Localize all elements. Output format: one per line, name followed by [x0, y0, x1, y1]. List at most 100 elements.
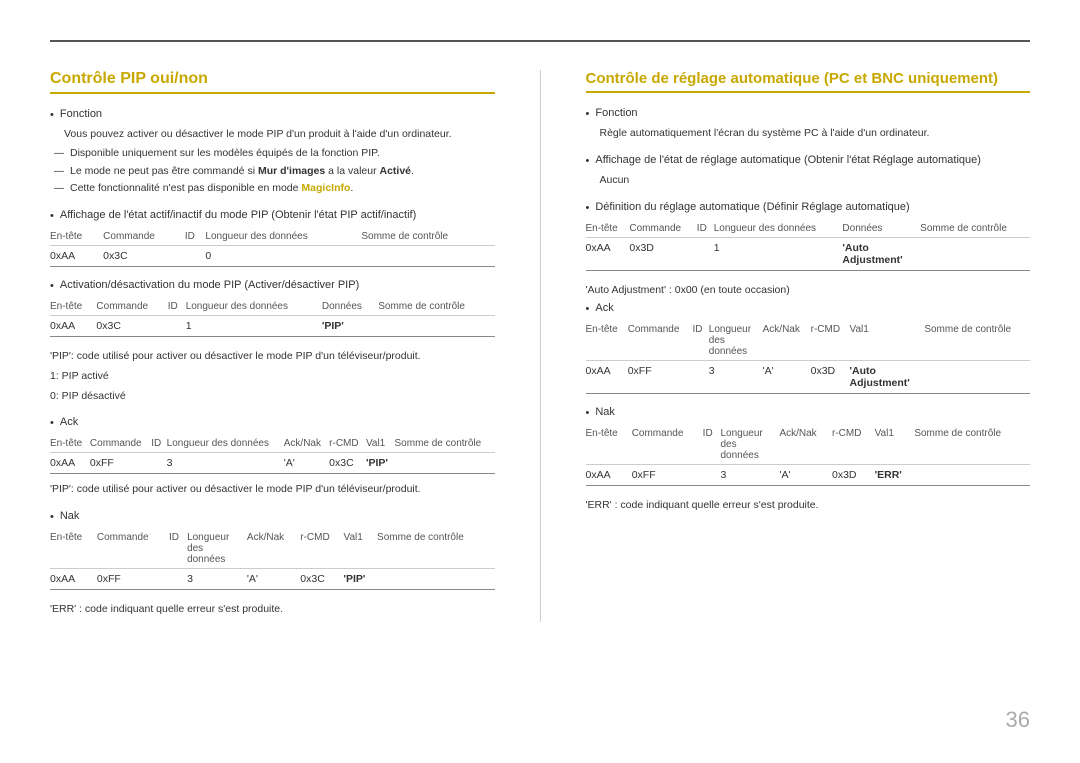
- th4-len: Longueurdesdonnées: [187, 529, 247, 569]
- note3-part1: Cette fonctionnalité n'est pas disponibl…: [70, 182, 301, 194]
- right-display-value: Aucun: [600, 173, 1031, 189]
- left-table3: En-tête Commande ID Longueur des données…: [50, 435, 495, 474]
- td4-sum: [377, 569, 494, 590]
- right-display-block: • Affichage de l'état de réglage automat…: [586, 154, 1031, 189]
- right-ack-bullet: • Ack: [586, 302, 1031, 315]
- th-len1: Longueur des données: [205, 228, 361, 246]
- td4-ack: 'A': [247, 569, 300, 590]
- td2-id: [168, 316, 186, 337]
- table-row: 0xAA 0x3C 1 'PIP': [50, 316, 495, 337]
- rth1-entet: En-tête: [586, 220, 630, 238]
- bullet-icon4: •: [50, 417, 54, 429]
- bullet-icon: •: [50, 109, 54, 121]
- rtd3-id: [703, 465, 721, 486]
- rth2-len: Longueurdesdonnées: [709, 321, 763, 361]
- left-nak-block: • Nak En-tête Commande ID Longueurdesdon…: [50, 510, 495, 590]
- rth3-len: Longueurdesdonnées: [721, 425, 780, 465]
- rtd1-sum: [920, 237, 1030, 270]
- rtd1-entet: 0xAA: [586, 237, 630, 270]
- right-display-bullet: • Affichage de l'état de réglage automat…: [586, 154, 1031, 167]
- th2-entet: En-tête: [50, 298, 96, 316]
- th3-val: Val1: [366, 435, 395, 453]
- rtd2-rcmd: 0x3D: [811, 361, 850, 394]
- rth2-cmd: Commande: [628, 321, 693, 361]
- td3-val: 'PIP': [366, 453, 395, 474]
- rth2-rcmd: r-CMD: [811, 321, 850, 361]
- rth1-sum: Somme de contrôle: [920, 220, 1030, 238]
- right-section-title: Contrôle de réglage automatique (PC et B…: [586, 70, 1031, 93]
- bullet-icon2: •: [50, 210, 54, 222]
- nak-label: Nak: [60, 510, 80, 522]
- th3-id: ID: [151, 435, 166, 453]
- right-display-label: Affichage de l'état de réglage automatiq…: [595, 154, 981, 166]
- bullet-icon3: •: [50, 280, 54, 292]
- td2-sum: [378, 316, 494, 337]
- right-table2: En-tête Commande ID Longueurdesdonnées A…: [586, 321, 1031, 394]
- td-cmd1: 0x3C: [103, 246, 185, 267]
- note2-part1: Le mode ne peut pas être commandé si: [70, 165, 258, 177]
- td-sum1: [361, 246, 494, 267]
- right-nak-label: Nak: [595, 406, 615, 418]
- right-nak-block: • Nak En-tête Commande ID Longueurdesdon…: [586, 406, 1031, 486]
- r-bullet-icon3: •: [586, 202, 590, 214]
- th2-id: ID: [168, 298, 186, 316]
- page-number: 36: [1006, 707, 1030, 733]
- top-border: [50, 40, 1030, 42]
- rth2-sum: Somme de contrôle: [924, 321, 1030, 361]
- rth1-len: Longueur des données: [714, 220, 843, 238]
- rtd2-val: 'AutoAdjustment': [850, 361, 925, 394]
- column-divider: [540, 70, 541, 622]
- th3-ack: Ack/Nak: [284, 435, 329, 453]
- note2-active: Activé: [380, 165, 412, 177]
- rth3-id: ID: [703, 425, 721, 465]
- td3-sum: [395, 453, 495, 474]
- rtd3-ack: 'A': [779, 465, 832, 486]
- th-cmd1: Commande: [103, 228, 185, 246]
- rtd2-entet: 0xAA: [586, 361, 628, 394]
- td2-len: 1: [186, 316, 322, 337]
- rth3-ack: Ack/Nak: [779, 425, 832, 465]
- note2-bold: Mur d'images: [258, 165, 325, 177]
- td4-entet: 0xAA: [50, 569, 97, 590]
- nak-bullet: • Nak: [50, 510, 495, 523]
- right-ack-label: Ack: [595, 302, 613, 314]
- rth1-data: Données: [842, 220, 920, 238]
- th3-rcmd: r-CMD: [329, 435, 366, 453]
- rth1-cmd: Commande: [629, 220, 696, 238]
- td3-id: [151, 453, 166, 474]
- rtd3-sum: [914, 465, 1030, 486]
- rtd3-val: 'ERR': [875, 465, 915, 486]
- r-bullet-icon2: •: [586, 155, 590, 167]
- table-row: 0xAA 0x3C 0: [50, 246, 495, 267]
- rtd2-id: [693, 361, 709, 394]
- rtd2-len: 3: [709, 361, 763, 394]
- td3-len: 3: [167, 453, 284, 474]
- th2-sum: Somme de contrôle: [378, 298, 494, 316]
- function-label: Fonction: [60, 108, 102, 120]
- left-column: Contrôle PIP oui/non • Fonction Vous pou…: [50, 70, 495, 622]
- th4-rcmd: r-CMD: [300, 529, 343, 569]
- th2-len: Longueur des données: [186, 298, 322, 316]
- rth3-sum: Somme de contrôle: [914, 425, 1030, 465]
- td3-entet: 0xAA: [50, 453, 90, 474]
- left-function-block: • Fonction Vous pouvez activer ou désact…: [50, 108, 495, 197]
- th4-entet: En-tête: [50, 529, 97, 569]
- th2-cmd: Commande: [96, 298, 167, 316]
- right-nak-bullet: • Nak: [586, 406, 1031, 419]
- rth2-id: ID: [693, 321, 709, 361]
- note3-part2: .: [350, 182, 353, 194]
- left-table2: En-tête Commande ID Longueur des données…: [50, 298, 495, 337]
- r-bullet-icon4: •: [586, 303, 590, 315]
- td-entet1: 0xAA: [50, 246, 103, 267]
- td4-len: 3: [187, 569, 247, 590]
- right-column: Contrôle de réglage automatique (PC et B…: [586, 70, 1031, 622]
- th-id1: ID: [185, 228, 206, 246]
- rtd1-data: 'AutoAdjustment': [842, 237, 920, 270]
- note1: Disponible uniquement sur les modèles éq…: [70, 146, 495, 162]
- note2-part2: a la valeur: [325, 165, 379, 177]
- th-sum1: Somme de contrôle: [361, 228, 494, 246]
- rth2-ack: Ack/Nak: [763, 321, 811, 361]
- td2-cmd: 0x3C: [96, 316, 167, 337]
- rtd3-rcmd: 0x3D: [832, 465, 875, 486]
- th4-sum: Somme de contrôle: [377, 529, 494, 569]
